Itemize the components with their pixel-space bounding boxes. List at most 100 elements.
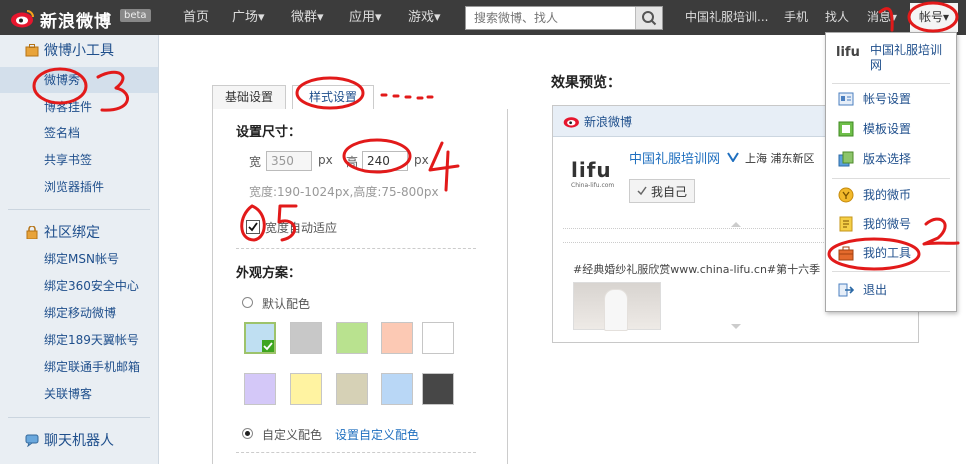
sidebar-divider	[8, 209, 150, 210]
toolbox-icon	[25, 44, 39, 57]
sidebar-item-bind-mobile[interactable]: 绑定移动微博	[0, 300, 158, 326]
sidebar-item-weibo-show[interactable]: 微博秀	[0, 67, 158, 93]
auto-width-label: 宽度自动适应	[265, 221, 338, 235]
weibo-eye-icon	[11, 10, 34, 28]
custom-color-label: 自定义配色	[262, 428, 323, 442]
color-swatch[interactable]	[336, 373, 368, 405]
account-card-icon	[838, 92, 854, 106]
top-link-mobile[interactable]: 手机	[784, 0, 808, 35]
sidebar-section-tools: 微博小工具	[0, 37, 158, 65]
tab-basic-settings[interactable]: 基础设置	[212, 85, 286, 109]
version-icon	[838, 151, 854, 167]
panel-divider	[236, 452, 476, 453]
sidebar: 微博小工具 微博秀 博客挂件 签名档 共享书签 浏览器插件 社区绑定 绑定MSN…	[0, 35, 159, 464]
color-swatch[interactable]	[422, 322, 454, 354]
dropdown-separator	[832, 83, 950, 84]
toolbox-icon	[838, 246, 854, 261]
sidebar-section-label: 社区绑定	[44, 225, 100, 241]
menu-item-my-weihao[interactable]: 我的微号	[826, 211, 956, 237]
search-input[interactable]	[466, 7, 642, 29]
sidebar-item-bind-360[interactable]: 绑定360安全中心	[0, 273, 158, 299]
menu-item-version-select[interactable]: 版本选择	[826, 146, 956, 172]
default-color-radio[interactable]	[242, 297, 253, 308]
menu-item-my-tools[interactable]: 我的工具	[826, 240, 956, 266]
sidebar-item-label: 签名档	[44, 126, 81, 140]
top-link-messages[interactable]: 消息▾	[867, 0, 897, 35]
sidebar-item-bind-unicom[interactable]: 绑定联通手机邮箱	[0, 354, 158, 380]
coin-icon	[838, 187, 854, 203]
menu-item-label: 退出	[863, 283, 888, 297]
sidebar-item-link-blog[interactable]: 关联博客	[0, 381, 158, 407]
nav-apps[interactable]: 应用▾	[349, 0, 382, 35]
dropdown-separator	[832, 178, 950, 179]
sidebar-item-label: 绑定MSN帐号	[44, 252, 119, 266]
height-unit: px	[414, 153, 429, 167]
sidebar-item-label: 微博秀	[44, 73, 81, 87]
dropdown-site[interactable]: lifu 中国礼服培训网	[826, 33, 956, 81]
menu-item-label: 我的微号	[863, 217, 912, 231]
top-link-profile[interactable]: 中国礼服培训...	[685, 0, 768, 35]
menu-item-template-settings[interactable]: 模板设置	[826, 116, 956, 142]
menu-item-account-settings[interactable]: 帐号设置	[826, 86, 956, 112]
size-section-title: 设置尺寸：	[236, 125, 302, 140]
sidebar-item-label: 绑定360安全中心	[44, 279, 139, 293]
account-menu-button[interactable]: 帐号▾	[910, 3, 958, 32]
dropdown-separator	[832, 271, 950, 272]
weibo-eye-icon	[563, 117, 579, 128]
color-swatch[interactable]	[244, 322, 276, 354]
lifu-logo-text: lifu	[571, 158, 612, 182]
menu-item-logout[interactable]: 退出	[826, 277, 956, 303]
sidebar-item-blog-widget[interactable]: 博客挂件	[0, 94, 158, 120]
sidebar-item-label: 绑定189天翼帐号	[44, 333, 139, 347]
preview-location: 上海 浦东新区	[745, 152, 815, 165]
nav-square[interactable]: 广场▾	[232, 0, 265, 35]
preview-self-label: 我自己	[651, 185, 688, 199]
weihao-icon	[839, 216, 853, 232]
color-swatch[interactable]	[381, 373, 413, 405]
preview-post-text: #经典婚纱礼服欣赏www.china-lifu.cn#第十六季	[573, 263, 821, 276]
weibo-logo[interactable]: 新浪微博 beta	[6, 5, 156, 32]
selected-check-icon	[262, 340, 274, 352]
auto-width-checkbox[interactable]	[246, 220, 260, 234]
sidebar-item-signature[interactable]: 签名档	[0, 120, 158, 146]
logout-icon	[838, 283, 854, 297]
logo-text: 新浪微博	[40, 12, 112, 32]
bride-photo-figure	[604, 289, 628, 331]
tab-style-settings[interactable]: 样式设置	[292, 85, 374, 109]
height-input[interactable]	[362, 151, 408, 171]
menu-item-my-coins[interactable]: 我的微币	[826, 182, 956, 208]
preview-lifu-logo: lifu China-lifu.com	[571, 158, 619, 192]
color-swatch[interactable]	[244, 373, 276, 405]
chat-robot-icon	[25, 434, 39, 447]
preview-self-button[interactable]: 我自己	[629, 179, 695, 203]
preview-scroll-marker	[731, 324, 741, 329]
sidebar-item-bind-189[interactable]: 绑定189天翼帐号	[0, 327, 158, 353]
sidebar-item-bind-msn[interactable]: 绑定MSN帐号	[0, 246, 158, 272]
set-custom-color-link[interactable]: 设置自定义配色	[335, 426, 419, 443]
dropdown-site-name: 中国礼服培训网	[870, 43, 943, 72]
search-button[interactable]	[635, 7, 662, 29]
nav-home[interactable]: 首页	[183, 0, 209, 35]
color-swatch[interactable]	[336, 322, 368, 354]
nav-games[interactable]: 游戏▾	[408, 0, 441, 35]
sidebar-item-browser-plugin[interactable]: 浏览器插件	[0, 174, 158, 200]
nav-groups[interactable]: 微群▾	[291, 0, 324, 35]
width-input[interactable]	[266, 151, 312, 171]
size-hint: 宽度:190-1024px,高度:75-800px	[249, 185, 439, 199]
sidebar-section-bind: 社区绑定	[0, 219, 158, 247]
color-swatch[interactable]	[290, 322, 322, 354]
search-icon	[642, 11, 657, 26]
account-dropdown: lifu 中国礼服培训网 帐号设置 模板设置 版本选择 我的微币 我的微号 我的…	[825, 32, 957, 312]
color-swatch[interactable]	[422, 373, 454, 405]
color-swatch[interactable]	[290, 373, 322, 405]
sidebar-item-bookmark[interactable]: 共享书签	[0, 147, 158, 173]
custom-color-radio[interactable]	[242, 428, 253, 439]
lock-icon	[26, 226, 38, 239]
preview-user-name[interactable]: 中国礼服培训网	[629, 148, 720, 167]
sidebar-section-robot[interactable]: 聊天机器人	[0, 427, 158, 455]
top-link-find-people[interactable]: 找人	[825, 0, 849, 35]
menu-item-label: 我的微币	[863, 188, 912, 202]
color-swatch[interactable]	[381, 322, 413, 354]
width-unit: px	[318, 153, 333, 167]
sidebar-section-label: 聊天机器人	[44, 433, 114, 449]
